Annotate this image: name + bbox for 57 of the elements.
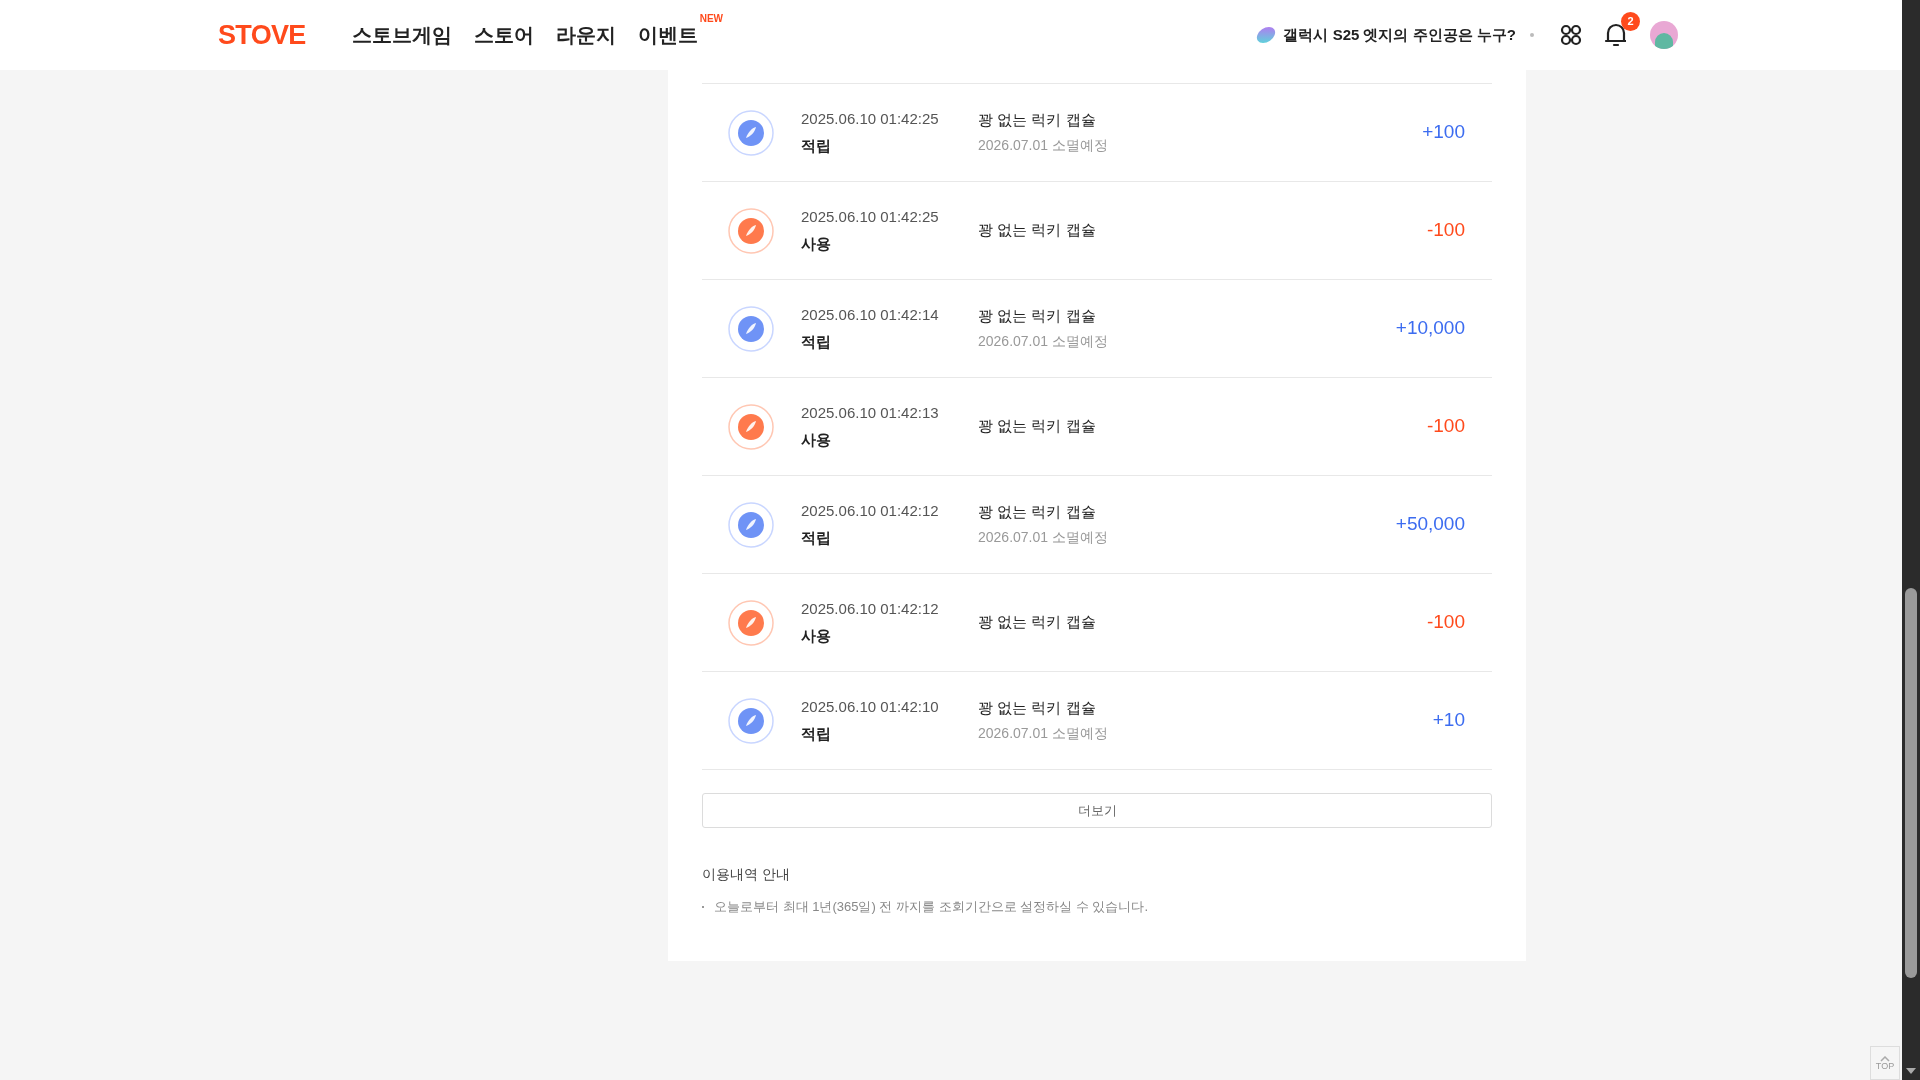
- nav-link[interactable]: 이벤트: [637, 20, 698, 50]
- date-time: 2025.06.10 01:42:25: [801, 109, 940, 129]
- history-title: 꽝 없는 럭키 캡슐: [978, 416, 1096, 437]
- history-type: 적립: [801, 527, 832, 548]
- capsule-icon: [1255, 25, 1278, 45]
- scrollbar[interactable]: [1902, 0, 1920, 1080]
- dot-separator: [1530, 33, 1534, 37]
- scrollbar-thumb[interactable]: [1905, 588, 1917, 978]
- expiry-date: 2026.07.01 소멸예정: [978, 136, 1108, 156]
- nav-link[interactable]: 라운지: [555, 20, 616, 50]
- date-time: 2025.06.10 01:42:12: [801, 501, 940, 521]
- date-time: 2025.06.10 01:42:10: [801, 697, 940, 717]
- history-type: 사용: [801, 625, 832, 646]
- nav-link[interactable]: 스토어: [473, 20, 534, 50]
- apps-icon[interactable]: [1560, 24, 1582, 46]
- history-title: 꽝 없는 럭키 캡슐: [978, 697, 1097, 718]
- history-title: 꽝 없는 럭키 캡슐: [978, 612, 1096, 633]
- history-type: 적립: [801, 331, 832, 352]
- promo-link[interactable]: 갤럭시 S25 엣지의 주인공은 누구?: [1283, 23, 1516, 47]
- date-time: 2025.06.10 01:42:12: [801, 599, 940, 619]
- coin-icon: [728, 501, 774, 548]
- bell-icon[interactable]: [1604, 22, 1628, 48]
- date-time: 2025.06.10 01:42:14: [801, 305, 940, 325]
- new-label: NEW: [699, 14, 723, 24]
- coin-icon: [728, 697, 774, 744]
- coin-icon: [728, 305, 774, 352]
- date-time: 2025.06.10 01:42:25: [801, 207, 940, 227]
- amount: +100: [1422, 120, 1465, 145]
- nav-link[interactable]: 스토브게임: [351, 20, 452, 50]
- history-type: 사용: [801, 233, 832, 254]
- history-title: 꽝 없는 럭키 캡슐: [978, 305, 1097, 326]
- coin-icon: [728, 403, 774, 450]
- coin-icon: [728, 207, 774, 254]
- expiry-date: 2026.07.01 소멸예정: [978, 724, 1108, 744]
- history-title: 꽝 없는 럭키 캡슐: [978, 220, 1096, 241]
- guide-text: 오늘로부터 최대 1년(365일) 전 까지를 조회기간으로 설정하실 수 있습니다.: [714, 898, 1149, 916]
- more-button[interactable]: 더보기: [702, 793, 1492, 828]
- amount: -100: [1426, 610, 1465, 635]
- history-title: 꽝 없는 럭키 캡슐: [978, 109, 1097, 130]
- history-type: 적립: [801, 135, 832, 156]
- scroll-down-icon[interactable]: [1906, 1068, 1916, 1074]
- coin-icon: [728, 109, 774, 156]
- amount: -100: [1426, 414, 1465, 439]
- amount: -100: [1426, 218, 1465, 243]
- history-title: 꽝 없는 럭키 캡슐: [978, 501, 1097, 522]
- amount: +50,000: [1395, 512, 1465, 537]
- notification-badge: 2: [1621, 12, 1640, 31]
- date-time: 2025.06.10 01:42:13: [801, 403, 940, 423]
- history-type: 사용: [801, 429, 832, 450]
- history-type: 적립: [801, 723, 832, 744]
- chevron-up-icon: [1880, 1055, 1890, 1062]
- coin-icon: [728, 599, 774, 646]
- guide-title: 이용내역 안내: [702, 865, 791, 884]
- expiry-date: 2026.07.01 소멸예정: [978, 528, 1108, 548]
- expiry-date: 2026.07.01 소멸예정: [978, 332, 1108, 352]
- amount: +10,000: [1395, 316, 1465, 341]
- amount: +10: [1432, 708, 1465, 733]
